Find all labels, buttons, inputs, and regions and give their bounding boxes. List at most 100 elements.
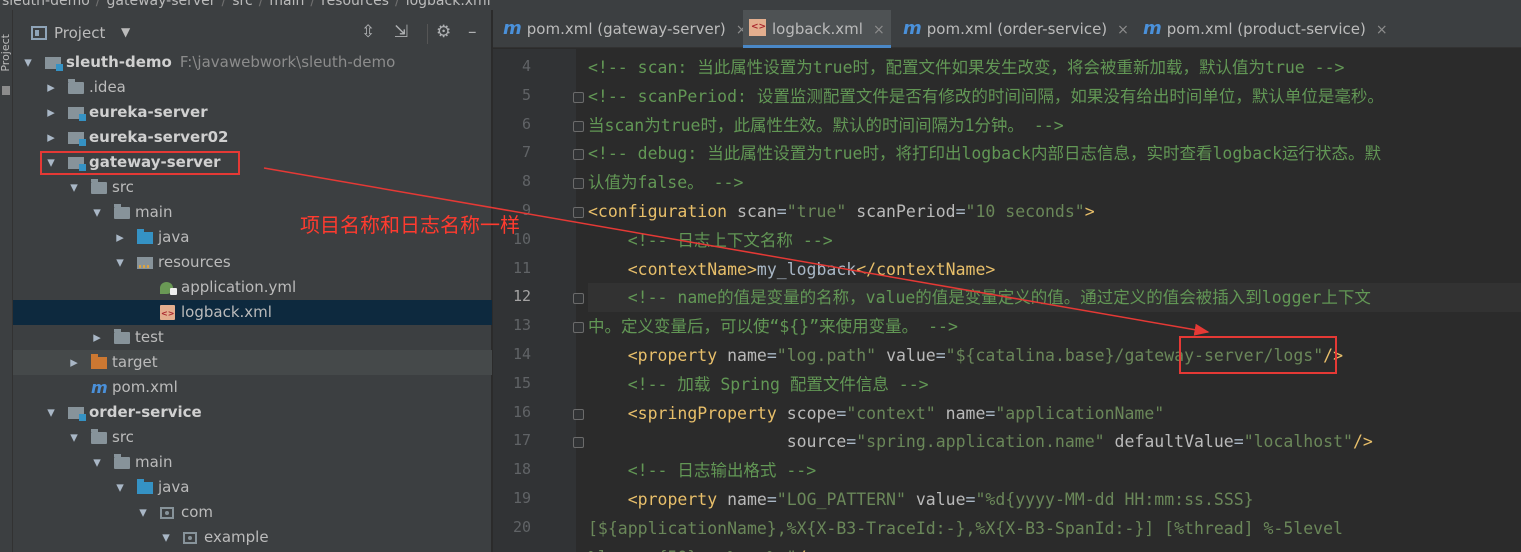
close-icon[interactable]: × xyxy=(1376,22,1388,38)
breadcrumb-item[interactable]: gateway-server xyxy=(107,0,216,9)
tree-item[interactable]: ▾ java xyxy=(13,475,492,500)
line-number: 17 xyxy=(512,431,531,450)
chevron-down-icon[interactable]: ▾ xyxy=(113,475,127,500)
tree-item[interactable]: application.yml xyxy=(13,275,492,300)
chevron-right-icon[interactable]: ▸ xyxy=(67,350,81,375)
chevron-down-icon[interactable]: ▾ xyxy=(67,425,81,450)
fold-marker-icon[interactable] xyxy=(573,91,584,103)
tree-item[interactable]: ▾ resources xyxy=(13,250,492,275)
folder-icon xyxy=(114,329,130,344)
tree-item[interactable]: m pom.xml xyxy=(13,375,492,400)
structure-icon[interactable] xyxy=(2,86,10,95)
line-number: 19 xyxy=(512,489,531,507)
tree-item[interactable]: logback.xml xyxy=(13,300,492,325)
tree-item[interactable]: ▾ gateway-server xyxy=(13,150,492,175)
chevron-down-icon[interactable]: ▾ xyxy=(90,200,104,225)
tree-item[interactable]: ▾ sleuth-demo F:\javawebwork\sleuth-demo xyxy=(13,50,492,75)
tab-logback-xml[interactable]: logback.xml × xyxy=(743,10,891,48)
breadcrumb-item[interactable]: resources xyxy=(321,0,389,9)
breadcrumb-separator: / xyxy=(95,0,101,9)
expand-all-icon[interactable]: ⇳ xyxy=(361,22,375,42)
tree-item-label: resources xyxy=(158,253,231,271)
chevron-down-icon[interactable]: ▾ xyxy=(136,500,150,525)
code-token: = xyxy=(985,403,996,423)
tab-pom-xml[interactable]: m pom.xml (order-service) × xyxy=(903,10,1129,48)
code-token: <property xyxy=(627,490,728,509)
code-editor[interactable]: 4 5 6 7 8 9 10 11 12 13 14 15 16 17 18 19 20 <!-- scan: … xyxy=(493,49,1521,552)
code-token: scope xyxy=(786,403,837,423)
fold-marker-icon[interactable] xyxy=(573,293,584,305)
tree-item[interactable]: ▾ src xyxy=(13,175,492,200)
code-line: <property name="log.path" value="${catal… xyxy=(588,341,1343,370)
project-tool-button[interactable]: Project xyxy=(0,34,12,72)
chevron-down-icon[interactable]: ▾ xyxy=(44,150,58,175)
tree-item[interactable]: ▾ com xyxy=(13,500,492,525)
code-token: "localhost" xyxy=(1243,432,1353,452)
code-token: </contextName> xyxy=(856,259,996,279)
code-token: <!-- debug: 当此属性设置为true时，将打印出logback内部日志… xyxy=(588,144,1382,164)
line-number: 12 xyxy=(512,287,531,306)
tree-item-label: test xyxy=(135,328,164,346)
fold-marker-icon[interactable] xyxy=(573,408,584,420)
tree-item-label: java xyxy=(158,478,190,496)
tree-item[interactable]: ▾ src xyxy=(13,425,492,450)
code-token: = xyxy=(766,490,777,509)
code-token: "context" xyxy=(846,403,936,423)
chevron-down-icon[interactable]: ▾ xyxy=(90,450,104,475)
chevron-down-icon[interactable]: ▾ xyxy=(159,525,173,550)
fold-marker-icon[interactable] xyxy=(573,149,584,161)
breadcrumb-item[interactable]: main xyxy=(269,0,304,9)
breadcrumb-item[interactable]: src xyxy=(232,0,252,9)
tree-item[interactable]: ▸ eureka-server xyxy=(13,100,492,125)
tab-pom-xml[interactable]: m pom.xml (gateway-server) × xyxy=(503,10,748,48)
chevron-right-icon[interactable]: ▸ xyxy=(44,100,58,125)
tree-item-label: logback.xml xyxy=(181,303,272,321)
chevron-down-icon[interactable]: ▾ xyxy=(21,50,35,75)
minimize-icon[interactable]: – xyxy=(468,22,477,42)
chevron-right-icon[interactable]: ▸ xyxy=(90,325,104,350)
code-line: 认值为false。 --> xyxy=(588,168,743,197)
code-token: "true" xyxy=(786,202,847,221)
code-token: "10 seconds" xyxy=(965,202,1085,221)
project-view-title[interactable]: Project xyxy=(54,24,105,42)
breadcrumb-separator: / xyxy=(221,0,227,9)
fold-marker-icon[interactable] xyxy=(573,437,584,449)
chevron-down-icon[interactable]: ▾ xyxy=(44,400,58,425)
fold-marker-icon[interactable] xyxy=(573,322,584,334)
code-line: <!-- 日志输出格式 --> xyxy=(588,456,816,485)
gear-icon[interactable]: ⚙ xyxy=(436,22,451,42)
tree-item[interactable]: ▾ example xyxy=(13,525,492,550)
code-token: "spring.application.name" xyxy=(856,432,1105,452)
line-number: 6 xyxy=(521,114,531,133)
fold-marker-icon[interactable] xyxy=(573,120,584,132)
tab-label: logback.xml xyxy=(772,20,863,38)
breadcrumb-item[interactable]: sleuth-demo xyxy=(2,0,90,9)
chevron-right-icon[interactable]: ▸ xyxy=(113,225,127,250)
collapse-all-icon[interactable]: ⇲ xyxy=(394,22,408,42)
tree-item[interactable]: ▸ .idea xyxy=(13,75,492,100)
tree-item[interactable]: ▸ test xyxy=(13,325,492,350)
code-line: <!-- 日志上下文名称 --> xyxy=(588,226,833,255)
chevron-down-icon[interactable]: ▾ xyxy=(113,250,127,275)
close-icon[interactable]: × xyxy=(873,22,885,38)
tree-item[interactable]: ▾ main xyxy=(13,450,492,475)
breadcrumb-item[interactable]: logback.xml xyxy=(406,0,491,9)
tool-window-strip: Project xyxy=(0,10,13,552)
chevron-right-icon[interactable]: ▸ xyxy=(44,75,58,100)
line-number: 16 xyxy=(512,402,531,421)
tree-item[interactable]: ▾ order-service xyxy=(13,400,492,425)
line-number: 14 xyxy=(512,345,531,363)
chevron-right-icon[interactable]: ▸ xyxy=(44,125,58,150)
project-panel: Project ▼ ⇳ ⇲ ⚙ – ▾ sleuth-demo F:\javaweb… xyxy=(13,10,502,552)
tree-item-label: java xyxy=(158,228,190,246)
chevron-down-icon[interactable]: ▾ xyxy=(67,175,81,200)
tree-item[interactable]: ▸ target xyxy=(13,350,492,375)
fold-marker-icon[interactable] xyxy=(573,207,584,218)
fold-marker-icon[interactable] xyxy=(573,178,584,190)
close-icon[interactable]: × xyxy=(1117,22,1129,38)
chevron-down-icon[interactable]: ▼ xyxy=(121,25,130,39)
tab-pom-xml[interactable]: m pom.xml (product-service) × xyxy=(1143,10,1388,48)
tree-item[interactable]: ▸ eureka-server02 xyxy=(13,125,492,150)
